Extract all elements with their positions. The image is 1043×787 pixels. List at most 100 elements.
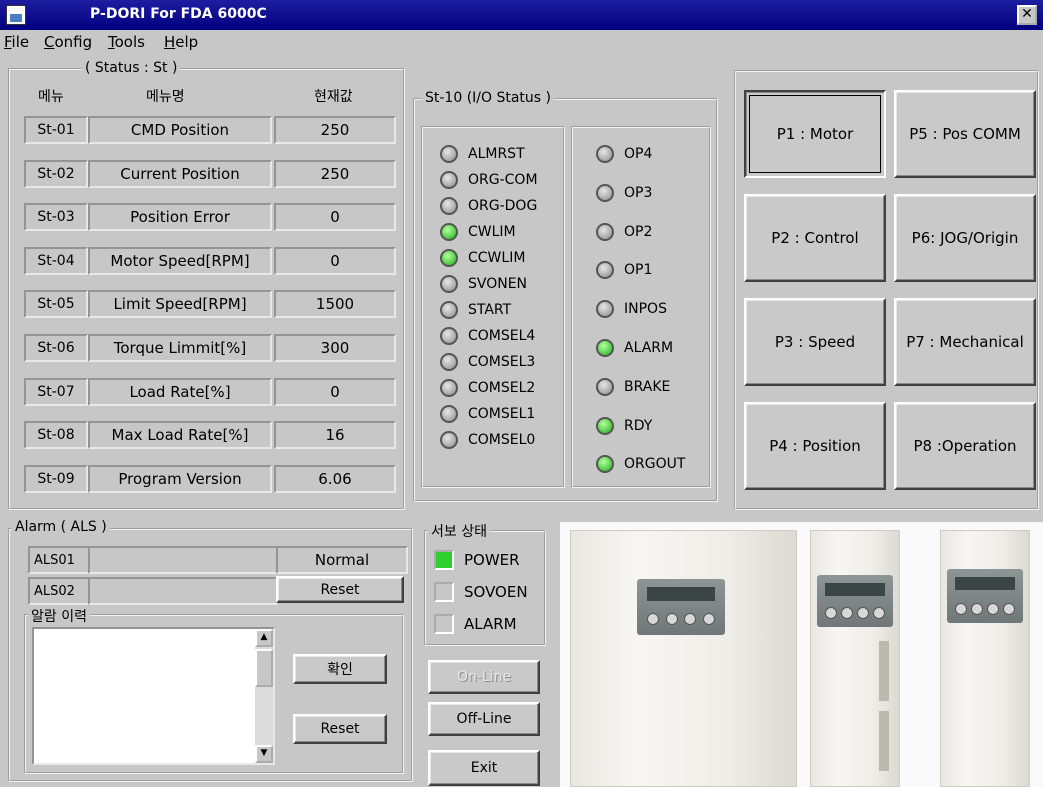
drive-panel-small	[947, 569, 1023, 623]
io-status-title: St-10 (I/O Status )	[422, 90, 554, 106]
status-value: 0	[274, 377, 396, 406]
menu-file[interactable]: File	[4, 33, 29, 51]
header-current-value: 현재값	[314, 89, 353, 105]
servo-label: ALARM	[464, 615, 517, 633]
input-label: ORG-COM	[468, 172, 538, 188]
menu-config[interactable]: Config	[44, 33, 92, 51]
drive-unit-small	[940, 530, 1030, 787]
app-icon[interactable]	[6, 5, 26, 25]
led-icon	[440, 327, 458, 345]
status-value: 250	[274, 159, 396, 188]
servo-indicator: POWER	[434, 547, 520, 573]
als02-reset-button[interactable]: Reset	[276, 576, 404, 603]
input-label: COMSEL1	[468, 406, 536, 422]
output-label: BRAKE	[624, 378, 671, 395]
input-label: COMSEL3	[468, 354, 536, 370]
alarm-list-scrollbar[interactable]: ▲ ▼	[255, 629, 273, 763]
param-button[interactable]: P4 : Position	[744, 402, 886, 490]
led-icon	[440, 275, 458, 293]
status-value: 16	[274, 421, 396, 450]
servo-indicator: ALARM	[434, 611, 517, 637]
status-name: CMD Position	[88, 116, 272, 144]
status-value: 300	[274, 334, 396, 362]
status-name: Limit Speed[RPM]	[88, 290, 272, 319]
input-label: CWLIM	[468, 224, 516, 240]
led-icon	[440, 431, 458, 449]
alarm-history-list[interactable]: ▲ ▼	[32, 627, 275, 765]
led-icon	[440, 353, 458, 371]
input-label: COMSEL2	[468, 380, 536, 396]
als01-code: ALS01	[28, 546, 96, 574]
menu-tools[interactable]: Tools	[108, 33, 145, 51]
status-name: Position Error	[88, 203, 272, 232]
menu-help[interactable]: Help	[164, 33, 198, 51]
status-value: 1500	[274, 290, 396, 319]
output-indicator: INPOS	[596, 296, 667, 322]
status-code: St-07	[24, 377, 88, 406]
servo-label: POWER	[464, 551, 520, 569]
status-name: Load Rate[%]	[88, 377, 272, 406]
output-indicator: ALARM	[596, 335, 673, 361]
led-icon	[596, 222, 614, 241]
output-indicator: OP4	[596, 141, 652, 167]
param-button[interactable]: P1 : Motor	[744, 90, 886, 178]
status-square-icon	[434, 614, 454, 634]
input-indicator: SVONEN	[440, 271, 527, 297]
led-icon	[596, 300, 614, 319]
exit-button[interactable]: Exit	[428, 750, 540, 786]
led-icon	[440, 171, 458, 189]
close-button[interactable]: ✕	[1017, 5, 1037, 25]
status-name: Current Position	[88, 159, 272, 188]
param-button[interactable]: P2 : Control	[744, 194, 886, 282]
input-label: CCWLIM	[468, 250, 526, 266]
scroll-down-button[interactable]: ▼	[255, 745, 273, 763]
input-indicator: START	[440, 297, 511, 323]
param-button[interactable]: P8 :Operation	[894, 402, 1036, 490]
menu-bar: File Config Tools Help	[0, 30, 1043, 54]
offline-button[interactable]: Off-Line	[428, 702, 540, 736]
als01-status: Normal	[276, 546, 408, 574]
input-label: START	[468, 302, 512, 318]
output-indicator: ORGOUT	[596, 451, 685, 477]
input-indicator: ALMRST	[440, 141, 525, 167]
param-button[interactable]: P6: JOG/Origin	[894, 194, 1036, 282]
status-square-icon	[434, 582, 454, 602]
header-menu: 메뉴	[38, 89, 64, 105]
output-indicator: OP1	[596, 257, 652, 283]
output-indicator: BRAKE	[596, 374, 670, 400]
led-icon	[440, 405, 458, 423]
confirm-button[interactable]: 확인	[293, 654, 387, 684]
input-indicator: COMSEL2	[440, 375, 535, 401]
led-icon	[596, 455, 614, 474]
led-icon	[440, 197, 458, 215]
status-name: Max Load Rate[%]	[88, 421, 272, 450]
scroll-thumb[interactable]	[255, 649, 273, 687]
product-photo	[560, 522, 1043, 787]
alarm-group-title: Alarm ( ALS )	[12, 519, 110, 535]
param-button[interactable]: P7 : Mechanical	[894, 298, 1036, 386]
servo-label: SOVOEN	[464, 583, 528, 601]
scroll-up-button[interactable]: ▲	[255, 629, 273, 647]
led-icon	[596, 183, 614, 202]
input-indicator: COMSEL1	[440, 401, 535, 427]
drive-unit-medium	[810, 530, 900, 787]
status-code: St-02	[24, 159, 88, 188]
param-button[interactable]: P3 : Speed	[744, 298, 886, 386]
online-button[interactable]: On-Line	[428, 660, 540, 694]
output-label: OP1	[624, 262, 653, 279]
status-group-title: ( Status : St )	[82, 60, 181, 76]
status-code: St-03	[24, 203, 88, 232]
output-indicator: OP2	[596, 219, 652, 245]
status-code: St-09	[24, 464, 88, 493]
output-label: OP4	[624, 146, 653, 162]
output-label: RDY	[624, 417, 653, 434]
status-value: 0	[274, 203, 396, 232]
output-label: OP3	[624, 184, 653, 201]
led-icon	[440, 145, 458, 163]
output-label: OP2	[624, 223, 653, 240]
input-indicator: CCWLIM	[440, 245, 525, 271]
als02-code: ALS02	[28, 577, 96, 605]
param-button[interactable]: P5 : Pos COMM	[894, 90, 1036, 178]
history-reset-button[interactable]: Reset	[293, 714, 387, 744]
input-indicator: ORG-COM	[440, 167, 538, 193]
